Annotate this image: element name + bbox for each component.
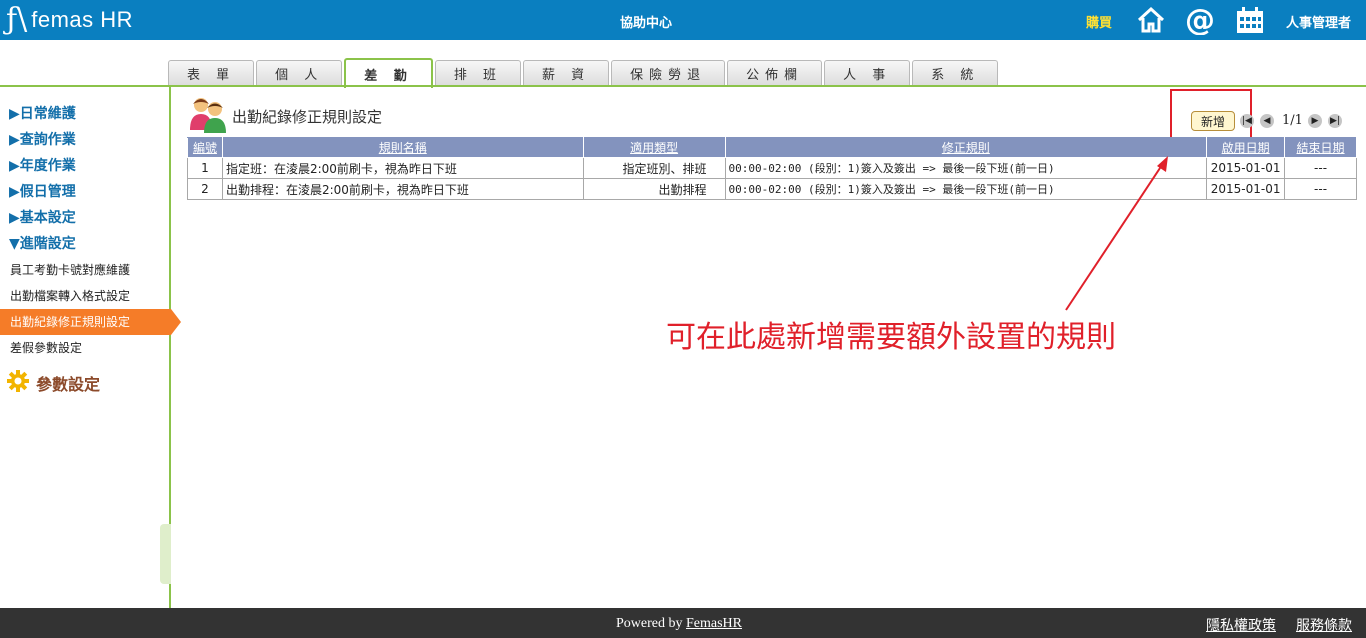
email-at-icon[interactable]: @	[1183, 4, 1217, 36]
user-role-menu[interactable]: 人事管理者	[1286, 12, 1351, 31]
col-header-type[interactable]: 適用類型	[582, 137, 726, 158]
privacy-policy-link[interactable]: 隱私權政策	[1206, 615, 1276, 635]
tab-system[interactable]: 系 統	[912, 60, 999, 86]
next-page-icon[interactable]: ▶	[1308, 114, 1322, 128]
powered-by: Powered by FemasHR	[616, 616, 742, 632]
annotation-text: 可在此處新增需要額外設置的規則	[666, 320, 1116, 355]
col-header-rule-name[interactable]: 規則名稱	[221, 137, 584, 158]
sidebar-item-import-format[interactable]: 出勤檔案轉入格式設定	[0, 283, 169, 309]
page-title: 出勤紀錄修正規則設定	[232, 108, 383, 126]
table-row[interactable]: 2 出勤排程：在淩晨2:00前刷卡，視為昨日下班 出勤排程 00:00-02:0…	[187, 178, 1357, 200]
col-header-end-date[interactable]: 結束日期	[1284, 137, 1357, 158]
prev-page-icon[interactable]: ◀	[1260, 114, 1274, 128]
rules-table: 編號 規則名稱 適用類型 修正規則 啟用日期 結束日期 1 指定班：在淩晨2:0…	[187, 137, 1357, 200]
buy-link[interactable]: 購買	[1086, 12, 1112, 31]
calendar-icon[interactable]	[1233, 4, 1267, 36]
cell-end-date: ---	[1284, 157, 1357, 179]
femas-logo[interactable]: ƒ\ femas HR	[6, 4, 133, 36]
cell-type: 指定班別、排班	[582, 157, 726, 179]
col-header-start-date[interactable]: 啟用日期	[1206, 137, 1286, 158]
sidebar-section-basic[interactable]: ▶基本設定	[9, 205, 169, 231]
cell-start-date: 2015-01-01	[1206, 178, 1286, 200]
powered-prefix: Powered by	[616, 616, 683, 631]
cell-number: 1	[187, 157, 223, 179]
sidebar-item-correction-rules[interactable]: 出勤紀錄修正規則設定	[0, 309, 181, 335]
cell-end-date: ---	[1284, 178, 1357, 200]
tab-insurance[interactable]: 保險勞退	[611, 60, 726, 86]
sidebar-item-leave-params[interactable]: 差假參數設定	[0, 335, 169, 361]
tab-hr[interactable]: 人 事	[824, 60, 911, 86]
users-icon	[188, 94, 228, 137]
col-header-correction[interactable]: 修正規則	[724, 137, 1208, 158]
tab-attendance[interactable]: 差 勤	[344, 58, 433, 88]
top-bar: ƒ\ femas HR 協助中心 購買 @ 人事管理者	[0, 0, 1366, 40]
sidebar-section-advanced[interactable]: ▼進階設定	[9, 231, 169, 257]
logo-mark-icon: ƒ\	[6, 2, 28, 37]
tab-personal[interactable]: 個 人	[256, 60, 343, 86]
sidebar-section-daily[interactable]: ▶日常維護	[9, 101, 169, 127]
table-header-row: 編號 規則名稱 適用類型 修正規則 啟用日期 結束日期	[187, 137, 1357, 158]
brand-name: femas HR	[31, 7, 134, 32]
home-icon[interactable]	[1134, 4, 1168, 36]
cell-rule-name[interactable]: 指定班：在淩晨2:00前刷卡，視為昨日下班	[221, 157, 584, 179]
tab-scheduling[interactable]: 排 班	[434, 60, 521, 86]
tab-forms[interactable]: 表 單	[168, 60, 255, 86]
col-header-number[interactable]: 編號	[187, 137, 223, 158]
sidebar-section-query[interactable]: ▶查詢作業	[9, 127, 169, 153]
svg-text:@: @	[1185, 5, 1215, 35]
page-header: 出勤紀錄修正規則設定 新增 |◀ ◀ 1/1 ▶ ▶|	[186, 89, 1358, 142]
tab-payroll[interactable]: 薪 資	[522, 60, 610, 86]
sidebar-section-holiday[interactable]: ▶假日管理	[9, 179, 169, 205]
sidebar-collapse-handle[interactable]	[160, 524, 171, 584]
table-row[interactable]: 1 指定班：在淩晨2:00前刷卡，視為昨日下班 指定班別、排班 00:00-02…	[187, 157, 1357, 179]
cell-correction: 00:00-02:00 (段別：1)簽入及簽出 => 最後一段下班(前一日)	[724, 178, 1208, 200]
page-indicator: 1/1	[1282, 113, 1303, 128]
cell-rule-name[interactable]: 出勤排程：在淩晨2:00前刷卡，視為昨日下班	[221, 178, 584, 200]
last-page-icon[interactable]: ▶|	[1328, 114, 1342, 128]
sidebar-section-yearly[interactable]: ▶年度作業	[9, 153, 169, 179]
help-center-link[interactable]: 協助中心	[620, 12, 672, 31]
cell-correction: 00:00-02:00 (段別：1)簽入及簽出 => 最後一段下班(前一日)	[724, 157, 1208, 179]
main-content: 出勤紀錄修正規則設定 新增 |◀ ◀ 1/1 ▶ ▶| 編號 規則名稱 適用類型…	[186, 89, 1358, 200]
first-page-icon[interactable]: |◀	[1240, 114, 1254, 128]
add-button[interactable]: 新增	[1191, 111, 1235, 131]
sidebar: ▶日常維護 ▶查詢作業 ▶年度作業 ▶假日管理 ▶基本設定 ▼進階設定 員工考勤…	[0, 87, 181, 608]
tabs-divider	[0, 85, 1366, 87]
tab-bulletin[interactable]: 公佈欄	[727, 60, 823, 86]
cell-start-date: 2015-01-01	[1206, 157, 1286, 179]
sidebar-item-card-mapping[interactable]: 員工考勤卡號對應維護	[0, 257, 169, 283]
cell-number: 2	[187, 178, 223, 200]
femashr-link[interactable]: FemasHR	[686, 616, 742, 631]
main-tabs: 表 單 個 人 差 勤 排 班 薪 資 保險勞退 公佈欄 人 事 系 統	[168, 58, 999, 88]
gear-icon	[6, 369, 30, 397]
cell-type: 出勤排程	[582, 178, 726, 200]
terms-of-service-link[interactable]: 服務條款	[1296, 615, 1352, 635]
param-settings-label: 參數設定	[36, 375, 101, 394]
sidebar-param-settings[interactable]: 參數設定	[6, 369, 169, 397]
footer: Powered by FemasHR 隱私權政策 服務條款	[0, 608, 1366, 638]
